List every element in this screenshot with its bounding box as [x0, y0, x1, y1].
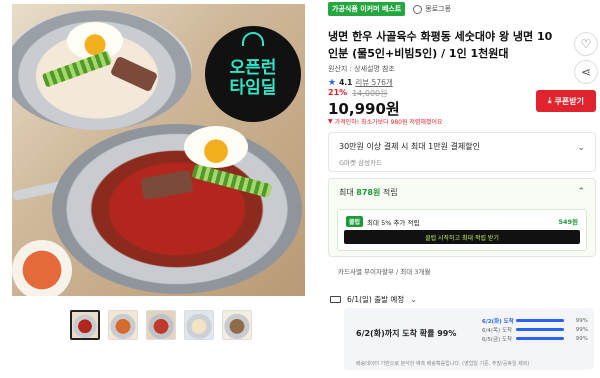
thumb-1[interactable]: [70, 310, 100, 340]
tag-row: 가공식품 이커머 베스트 몽로그몽: [328, 2, 451, 16]
thumbnail-image: [185, 311, 213, 339]
truck-icon: [330, 296, 341, 303]
installment-info: 카드사별 무이자할부 / 최대 3개월: [338, 268, 431, 276]
wishlist-button[interactable]: ♡: [574, 32, 598, 56]
coupon-button[interactable]: ⤓ 쿠폰받기: [536, 90, 596, 112]
arrival-bar: [516, 328, 564, 331]
points-head: 최대 878원 적립: [339, 187, 398, 198]
kimchi-side-image: [12, 240, 72, 296]
origin-info: 원산지 : 상세설명 참조: [328, 65, 395, 73]
card-discount-panel[interactable]: 30만원 이상 결제 시 최대 1만원 결제할인 G마켓 삼성카드 ⌄: [328, 132, 596, 172]
arrival-day: 6/5(금) 도착: [482, 336, 513, 343]
club-points-box: 클럽 최대 5% 추가 적립 549원 클럽 시작하고 최대 적립 받기: [337, 209, 587, 251]
shop-link[interactable]: 몽로그몽: [413, 4, 451, 14]
arrival-row: 6/5(금) 도착 99%: [482, 334, 588, 343]
arrival-bar: [516, 319, 564, 322]
arrival-row: 6/4(목) 도착 99%: [482, 325, 588, 334]
rating-score: 4.1: [339, 78, 353, 87]
thumb-2[interactable]: [108, 310, 138, 340]
points-prefix: 최대: [339, 188, 354, 197]
product-page: 오픈런 타임딜 가공식품 이커머 베스트 몽로그몽 냉면 한우 사골육수 화평동…: [0, 0, 600, 378]
arrival-pct: 99%: [575, 326, 588, 333]
club-join-button[interactable]: 클럽 시작하고 최대 적립 받기: [344, 230, 580, 244]
points-suffix: 적립: [382, 188, 398, 197]
arrival-rows: 6/2(화) 도착 99% 6/4(목) 도착 99% 6/5(금) 도착 99…: [482, 316, 588, 343]
shipping-head[interactable]: 6/1(일) 출발 예정 ⌄: [330, 294, 417, 305]
points-panel: 최대 878원 적립 ⌃ 클럽 최대 5% 추가 적립 549원 클럽 시작하고…: [328, 178, 596, 257]
club-points-line: 클럽 최대 5% 추가 적립: [346, 216, 419, 227]
arrival-bar-fill: [516, 328, 564, 331]
star-icon: ★: [328, 77, 337, 88]
coupon-label: 쿠폰받기: [554, 96, 584, 106]
price-drop-note: ▼ 가격인하! 최소가보다 980원 저렴해졌어요: [328, 117, 443, 126]
review-count-link[interactable]: 리뷰 576개: [355, 77, 392, 88]
arrival-pct: 99%: [575, 335, 588, 342]
thumbnail-strip: [70, 310, 252, 340]
chevron-down-icon: ⌄: [577, 143, 585, 153]
egg-image: [184, 126, 248, 168]
arrival-main-text: 6/2(화)까지 도착 확률 99%: [356, 329, 457, 338]
chevron-down-icon: ⌄: [410, 295, 417, 304]
badge-line-1: 오픈런: [229, 58, 277, 78]
product-info: 가공식품 이커머 베스트 몽로그몽 냉면 한우 사골육수 화평동 세숫대야 왕 …: [328, 0, 598, 378]
thumb-5[interactable]: [222, 310, 252, 340]
alarm-clock-icon: [242, 32, 264, 46]
heart-icon: ♡: [580, 37, 592, 51]
arrival-bar-fill: [516, 337, 564, 340]
rating-row[interactable]: ★ 4.1 리뷰 576개: [328, 77, 393, 88]
time-deal-badge: 오픈런 타임딜: [205, 26, 301, 122]
store-icon: [413, 4, 423, 14]
arrival-bar-fill: [516, 319, 564, 322]
card-name: G마켓 삼성카드: [339, 159, 382, 167]
share-button[interactable]: ⋖: [574, 60, 598, 84]
arrival-note: 배송데이터 기반으로 분석한 예측 배송확률입니다. (영업일 기준, 주말/공…: [356, 361, 530, 367]
arrival-bar: [516, 337, 564, 340]
spicy-noodle-bowl-image: [52, 124, 302, 294]
club-points-amount: 549원: [558, 218, 578, 226]
points-amount: 878원: [356, 188, 381, 197]
share-icon: ⋖: [580, 65, 592, 79]
shop-name: 몽로그몽: [425, 5, 452, 13]
price-note-text: 가격인하! 최소가보다 980원 저렴해졌어요: [334, 119, 443, 126]
shipping-date: 6/1(일) 출발 예정: [347, 295, 405, 304]
arrival-pct: 99%: [575, 317, 588, 324]
arrival-day: 6/4(목) 도착: [482, 327, 513, 334]
main-product-image[interactable]: 오픈런 타임딜: [12, 4, 305, 296]
thumbnail-image: [147, 311, 175, 339]
club-badge: 클럽: [346, 216, 364, 227]
thumb-3[interactable]: [146, 310, 176, 340]
chevron-up-icon[interactable]: ⌃: [577, 187, 585, 197]
arrival-probability-card: 6/2(화)까지 도착 확률 99% 6/2(화) 도착 99% 6/4(목) …: [344, 308, 594, 370]
club-points-text: 최대 5% 추가 적립: [367, 218, 420, 227]
card-discount-text: 30만원 이상 결제 시 최대 1만원 결제할인: [339, 142, 480, 151]
badge-line-2: 타임딜: [229, 78, 277, 98]
download-icon: ⤓: [548, 96, 552, 105]
thumbnail-image: [72, 312, 98, 338]
price-down-icon: ▼: [328, 118, 333, 125]
product-title: 냉면 한우 사골육수 화평동 세숫대야 왕 냉면 10인분 (물5인+비빔5인)…: [328, 30, 553, 60]
arrival-day: 6/2(화) 도착: [482, 318, 514, 325]
arrival-row: 6/2(화) 도착 99%: [482, 316, 588, 325]
thumb-4[interactable]: [184, 310, 214, 340]
best-tag: 가공식품 이커머 베스트: [328, 2, 406, 16]
thumbnail-image: [223, 311, 251, 339]
thumbnail-image: [109, 311, 137, 339]
sale-price: 10,990원: [328, 100, 400, 118]
